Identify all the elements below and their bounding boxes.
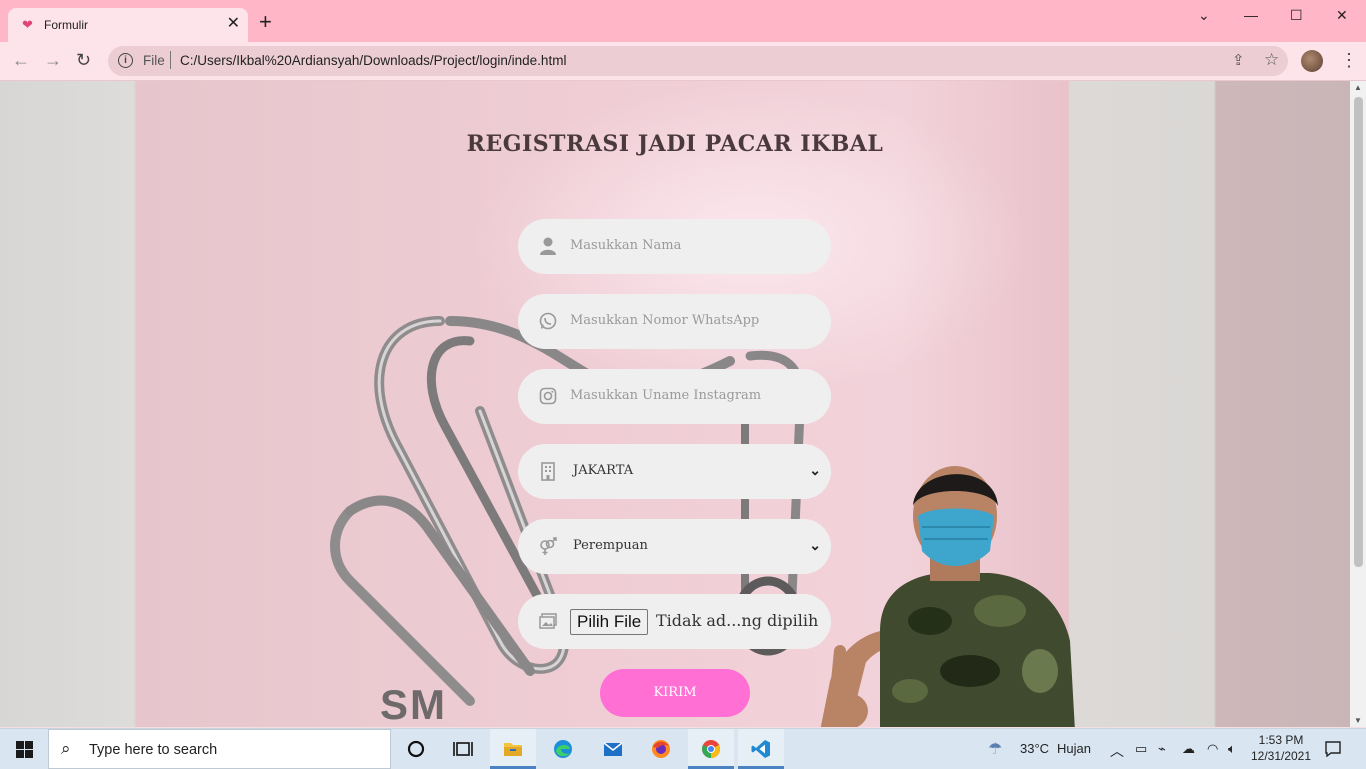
chrome-button[interactable]	[688, 729, 734, 769]
address-bar[interactable]: i File C:/Users/Ikbal%20Ardiansyah/Downl…	[108, 46, 1288, 76]
chrome-icon	[702, 740, 720, 758]
chevron-down-icon: ⌄	[809, 537, 821, 553]
heart-favicon-icon: ❤	[22, 17, 33, 32]
taskbar-search-placeholder: Type here to search	[89, 742, 218, 758]
cortana-button[interactable]	[393, 729, 439, 769]
gender-selected-value: Perempuan	[573, 538, 648, 553]
mail-icon	[603, 742, 623, 756]
city-selected-value: JAKARTA	[573, 463, 634, 478]
forward-arrow-icon[interactable]: →	[44, 50, 62, 70]
clock-time: 1:53 PM	[1258, 733, 1304, 747]
whatsapp-placeholder: Masukkan Nomor WhatsApp	[570, 313, 760, 328]
whatsapp-input[interactable]: Masukkan Nomor WhatsApp	[518, 294, 831, 349]
meet-now-icon[interactable]: ▭	[1135, 741, 1147, 757]
edge-button[interactable]	[540, 729, 586, 769]
name-placeholder: Masukkan Nama	[570, 238, 682, 253]
user-icon	[540, 237, 556, 255]
background-sign-text: SM	[380, 681, 447, 727]
gender-icon	[540, 537, 557, 555]
instagram-input[interactable]: Masukkan Uname Instagram	[518, 369, 831, 424]
cortana-circle-icon	[407, 740, 425, 758]
task-view-button[interactable]	[440, 729, 486, 769]
firefox-icon	[652, 740, 670, 758]
whatsapp-icon	[539, 312, 557, 330]
tray-expand-icon[interactable]: ︿	[1110, 741, 1124, 761]
file-explorer-button[interactable]	[490, 729, 536, 769]
share-icon[interactable]: ⇪	[1232, 51, 1245, 69]
tab-title: Formulir	[44, 18, 88, 32]
browser-toolbar: ← → ↻ i File C:/Users/Ikbal%20Ardiansyah…	[0, 42, 1366, 81]
url-separator	[170, 51, 171, 69]
browser-tab[interactable]: ❤ Formulir ✕	[8, 8, 248, 42]
scroll-down-arrow-icon[interactable]: ▼	[1354, 716, 1362, 725]
back-arrow-icon[interactable]: ←	[12, 50, 30, 70]
submit-button[interactable]: KIRIM	[600, 669, 750, 717]
page-viewport: SM REGISTRASI JADI PACAR IKBAL Masukkan …	[0, 81, 1350, 727]
reload-icon[interactable]: ↻	[76, 50, 91, 70]
window-close-button[interactable]: ✕	[1336, 6, 1348, 24]
notification-center-icon[interactable]	[1324, 740, 1342, 758]
page-scrollbar[interactable]: ▲ ▼	[1350, 81, 1366, 727]
taskbar-clock[interactable]: 1:53 PM 12/31/2021	[1250, 732, 1312, 764]
search-icon: ⌕	[61, 739, 71, 758]
url-text[interactable]: C:/Users/Ikbal%20Ardiansyah/Downloads/Pr…	[180, 53, 566, 68]
bookmark-star-icon[interactable]: ☆	[1264, 50, 1279, 70]
tab-close-icon[interactable]: ✕	[227, 15, 240, 33]
name-input[interactable]: Masukkan Nama	[518, 219, 831, 274]
background-person-photo	[820, 461, 1100, 727]
url-scheme-label: File	[143, 53, 165, 68]
page-title: REGISTRASI JADI PACAR IKBAL	[466, 131, 884, 157]
minimize-button[interactable]: —	[1244, 6, 1258, 24]
browser-menu-icon[interactable]: ⋮	[1340, 50, 1358, 70]
vscode-button[interactable]	[738, 729, 784, 769]
new-tab-button[interactable]: +	[259, 11, 272, 33]
site-info-icon[interactable]: i	[118, 53, 133, 68]
folder-icon	[504, 743, 522, 756]
firefox-button[interactable]	[638, 729, 684, 769]
tab-search-chevron-icon[interactable]: ⌄	[1198, 6, 1210, 24]
wifi-icon[interactable]: ◠	[1207, 741, 1218, 757]
profile-avatar[interactable]	[1301, 50, 1323, 72]
scroll-up-arrow-icon[interactable]: ▲	[1354, 83, 1362, 92]
building-icon	[541, 462, 555, 481]
windows-taskbar: ⌕ Type here to search ☂ 33°C Hujan ︿ ▭ ⌁…	[0, 728, 1366, 769]
city-select[interactable]: JAKARTA ⌄	[518, 444, 831, 499]
mail-button[interactable]	[590, 729, 636, 769]
photo-upload-field: Pilih File Tidak ad...ng dipilih	[518, 594, 831, 649]
instagram-placeholder: Masukkan Uname Instagram	[570, 388, 762, 403]
taskbar-search-box[interactable]: ⌕ Type here to search	[48, 729, 391, 769]
weather-condition[interactable]: Hujan	[1057, 741, 1091, 756]
scrollbar-thumb[interactable]	[1354, 97, 1363, 567]
chevron-down-icon: ⌄	[809, 462, 821, 478]
vscode-icon	[751, 740, 770, 758]
weather-rain-icon[interactable]: ☂	[988, 739, 1002, 759]
task-view-icon	[453, 742, 473, 756]
onedrive-cloud-icon[interactable]: ☁	[1182, 741, 1195, 757]
gender-select[interactable]: Perempuan ⌄	[518, 519, 831, 574]
volume-icon[interactable]: 🔈︎	[1228, 741, 1236, 757]
windows-start-icon[interactable]	[16, 741, 33, 758]
browser-tab-strip: ❤ Formulir ✕ + ⌄ — ☐ ✕	[0, 0, 1366, 42]
instagram-icon	[539, 387, 557, 405]
battery-plug-icon[interactable]: ⌁	[1158, 741, 1166, 757]
edge-icon	[554, 740, 572, 758]
maximize-button[interactable]: ☐	[1290, 6, 1303, 24]
file-status-text: Tidak ad...ng dipilih	[656, 611, 819, 630]
weather-temperature[interactable]: 33°C	[1020, 741, 1049, 756]
clock-date: 12/31/2021	[1250, 749, 1312, 763]
images-icon	[539, 613, 557, 629]
choose-file-button[interactable]: Pilih File	[570, 609, 649, 635]
